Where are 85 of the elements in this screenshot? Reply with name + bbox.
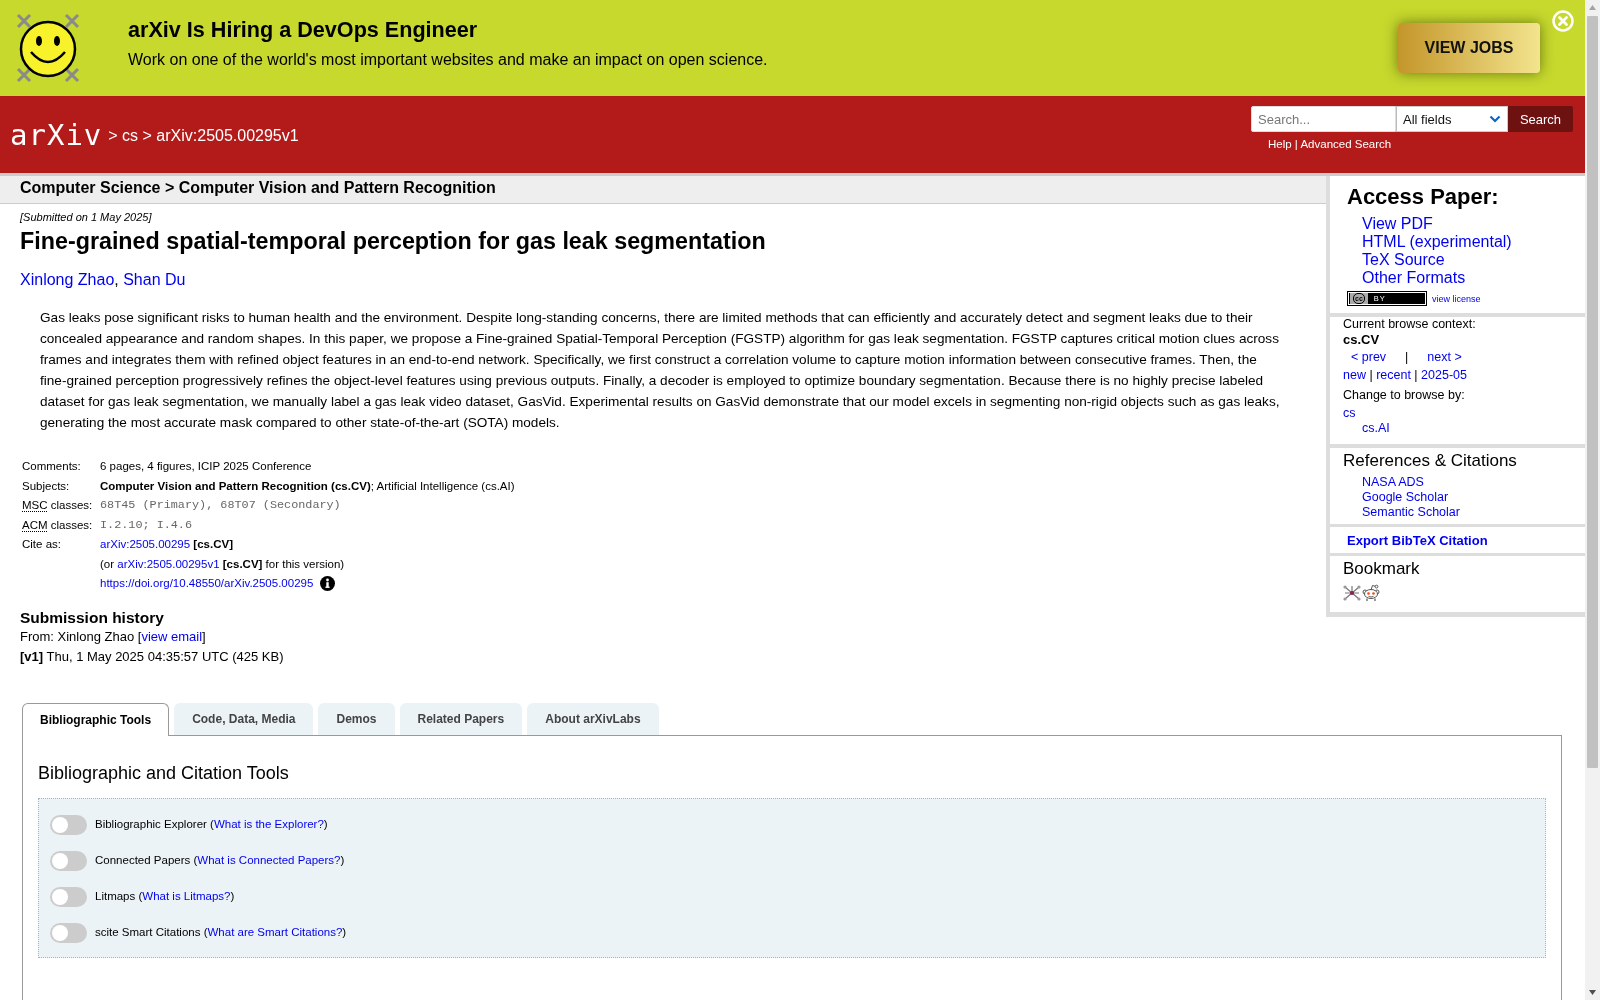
citation-link[interactable]: arXiv:2505.00295 [100,538,191,550]
toggle-switch[interactable] [50,814,87,835]
citation-link[interactable]: arXiv:2505.00295v1 [117,557,220,570]
field-value: Computer Vision and Pattern Recognition (cs.CV); Artificial Intelligence (cs.AI) [100,478,515,494]
format-link[interactable]: Other Formats [1362,269,1466,287]
scrollbar[interactable] [1585,0,1600,1000]
bookmark-heading: Bookmark [1343,559,1421,579]
format-link[interactable]: TeX Source [1362,251,1445,269]
license-link[interactable]: view license [1432,293,1481,304]
chevron-down-icon [1489,115,1501,123]
nav-separator: | [1405,349,1409,365]
export-bibtex-link[interactable]: Export BibTeX Citation [1347,533,1488,549]
field-value: (or arXiv:2505.00295v1 [cs.CV] for this version) [100,556,345,572]
view-jobs-button[interactable]: VIEW JOBS [1398,23,1540,73]
author-link[interactable]: Xinlong Zhao [20,271,115,288]
labs-tab[interactable]: About arXivLabs [527,702,659,735]
access-heading: Access Paper: [1347,184,1500,210]
header-link[interactable]: Help [1268,138,1292,150]
tool-info-link[interactable]: What is Litmaps? [142,890,231,902]
labs-tab[interactable]: Bibliographic Tools [22,702,170,736]
smiley-icon [15,12,81,84]
paper-title: Fine-grained spatial-temporal perception for gas leak segmentation [20,228,767,255]
listing-link[interactable]: 2025-05 [1421,368,1467,382]
tool-info-link[interactable]: What is Connected Papers? [197,854,341,866]
alien-head-icon[interactable] [1362,584,1380,602]
tool-label: scite Smart Citations (What are Smart Citations?) [95,925,347,940]
category-bar: Computer Science > Computer Vision and Pattern Recognition [0,176,1326,204]
tool-label: Bibliographic Explorer (What is the Explorer?) [95,817,328,832]
submission-date: [Submitted on 1 May 2025] [20,210,153,224]
browse-category-link[interactable]: cs [1343,406,1356,421]
header-link[interactable]: Advanced Search [1300,138,1392,150]
field-label: Comments: [21,459,82,474]
close-icon[interactable] [1552,10,1574,32]
format-link[interactable]: View PDF [1362,215,1433,233]
browse-category-link[interactable]: cs.AI [1362,421,1390,436]
toggle-switch[interactable] [50,922,87,943]
field-value: 68T45 (Primary), 68T07 (Secondary) [100,497,341,514]
change-browse-label: Change to browse by: [1343,388,1466,403]
network-icon[interactable] [1343,584,1361,602]
history-heading: Submission history [20,608,165,627]
tool-label: Litmaps (What is Litmaps?) [95,889,235,904]
banner-title: arXiv Is Hiring a DevOps Engineer [128,17,479,43]
submitter-line: From: Xinlong Zhao [view email] [20,627,207,646]
toggle-switch[interactable] [50,886,87,907]
context-current: cs.CV [1343,332,1381,347]
field-label: MSC classes: [21,498,94,513]
author-list: Xinlong Zhao, Shan Du [20,270,1290,290]
search-field[interactable]: Search... [1251,106,1396,132]
search-help-links: Help | Advanced Search [1267,137,1393,151]
search-button[interactable]: Search [1508,106,1573,132]
field-label: ACM classes: [21,517,94,533]
info-icon[interactable] [320,576,336,592]
labs-tab[interactable]: Related Papers [399,702,523,735]
field-label: Cite as: [21,537,62,552]
reference-link[interactable]: Semantic Scholar [1362,505,1460,520]
labs-tab[interactable]: Demos [318,702,395,735]
field-value: arXiv:2505.00295 [cs.CV] [100,537,233,552]
reference-link[interactable]: NASA ADS [1362,475,1424,490]
citation-link[interactable]: https://doi.org/10.48550/arXiv.2505.00295 [100,574,314,594]
search-field-select[interactable]: All fields [1396,106,1508,132]
banner-text: Work on one of the world's most important websites and make an impact on open science. [128,50,768,70]
abstract-text: Gas leaks pose significant risks to human health and the environment. Despite long-standing concerns, there are limited methods that can efficiently and accurately detect and segment leaks due to their concealed appearance and random shapes. In this paper, we propose a Fine-grained Spatial-Temporal Perception (FGSTP) algorithm for gas leak segmentation. FGSTP captures critical motion clues across frames and integrates them with refined object features in an end-to-end network. Specifically, we first construct a correlation volume to capture motion information between consecutive frames. Then, the fine-grained perception progressively refines the object-level features using previous outputs. Finally, a decoder is employed to optimize boundary segmentation. Because there is no highly precise labeled dataset for gas leak segmentation, we manually label a gas leak video dataset, GasVid. Experimental results on GasVid demonstrate that our model excels in segmenting non-rigid objects such as gas leaks, generating the most accurate mask compared to other state-of-the-art (SOTA) models. [40,309,1281,432]
browse-nav-link[interactable]: < prev [1351,349,1387,365]
listing-link[interactable]: recent [1376,368,1411,382]
author-link[interactable]: Shan Du [123,271,186,288]
listing-links: new | recent | 2025-05 [1343,367,1468,383]
tool-label: Connected Papers (What is Connected Papers?) [95,853,345,868]
field-value: 6 pages, 4 figures, ICIP 2025 Conference [100,459,312,474]
scrollbar-thumb[interactable] [1587,16,1598,768]
listing-link[interactable]: new [1343,368,1366,382]
references-heading: References & Citations [1343,451,1518,471]
field-value: I.2.10; I.4.6 [100,516,193,534]
tool-info-link[interactable]: What are Smart Citations? [207,926,343,938]
version-line: [v1] Thu, 1 May 2025 04:35:57 UTC (425 KB) [20,647,285,666]
toggle-switch[interactable] [50,850,87,871]
panel-heading: Bibliographic and Citation Tools [38,761,290,784]
browse-nav-link[interactable]: next > [1427,349,1462,365]
reference-link[interactable]: Google Scholar [1362,490,1449,505]
breadcrumb-path: > cs > arXiv:2505.00295v1 [108,125,299,146]
labs-tab[interactable]: Code, Data, Media [174,702,314,735]
tool-info-link[interactable]: What is the Explorer? [213,818,324,830]
arxiv-logo[interactable]: arXiv [10,116,103,153]
format-link[interactable]: HTML (experimental) [1362,233,1512,251]
context-label: Current browse context: [1343,317,1477,332]
field-label: Subjects: [21,478,71,494]
